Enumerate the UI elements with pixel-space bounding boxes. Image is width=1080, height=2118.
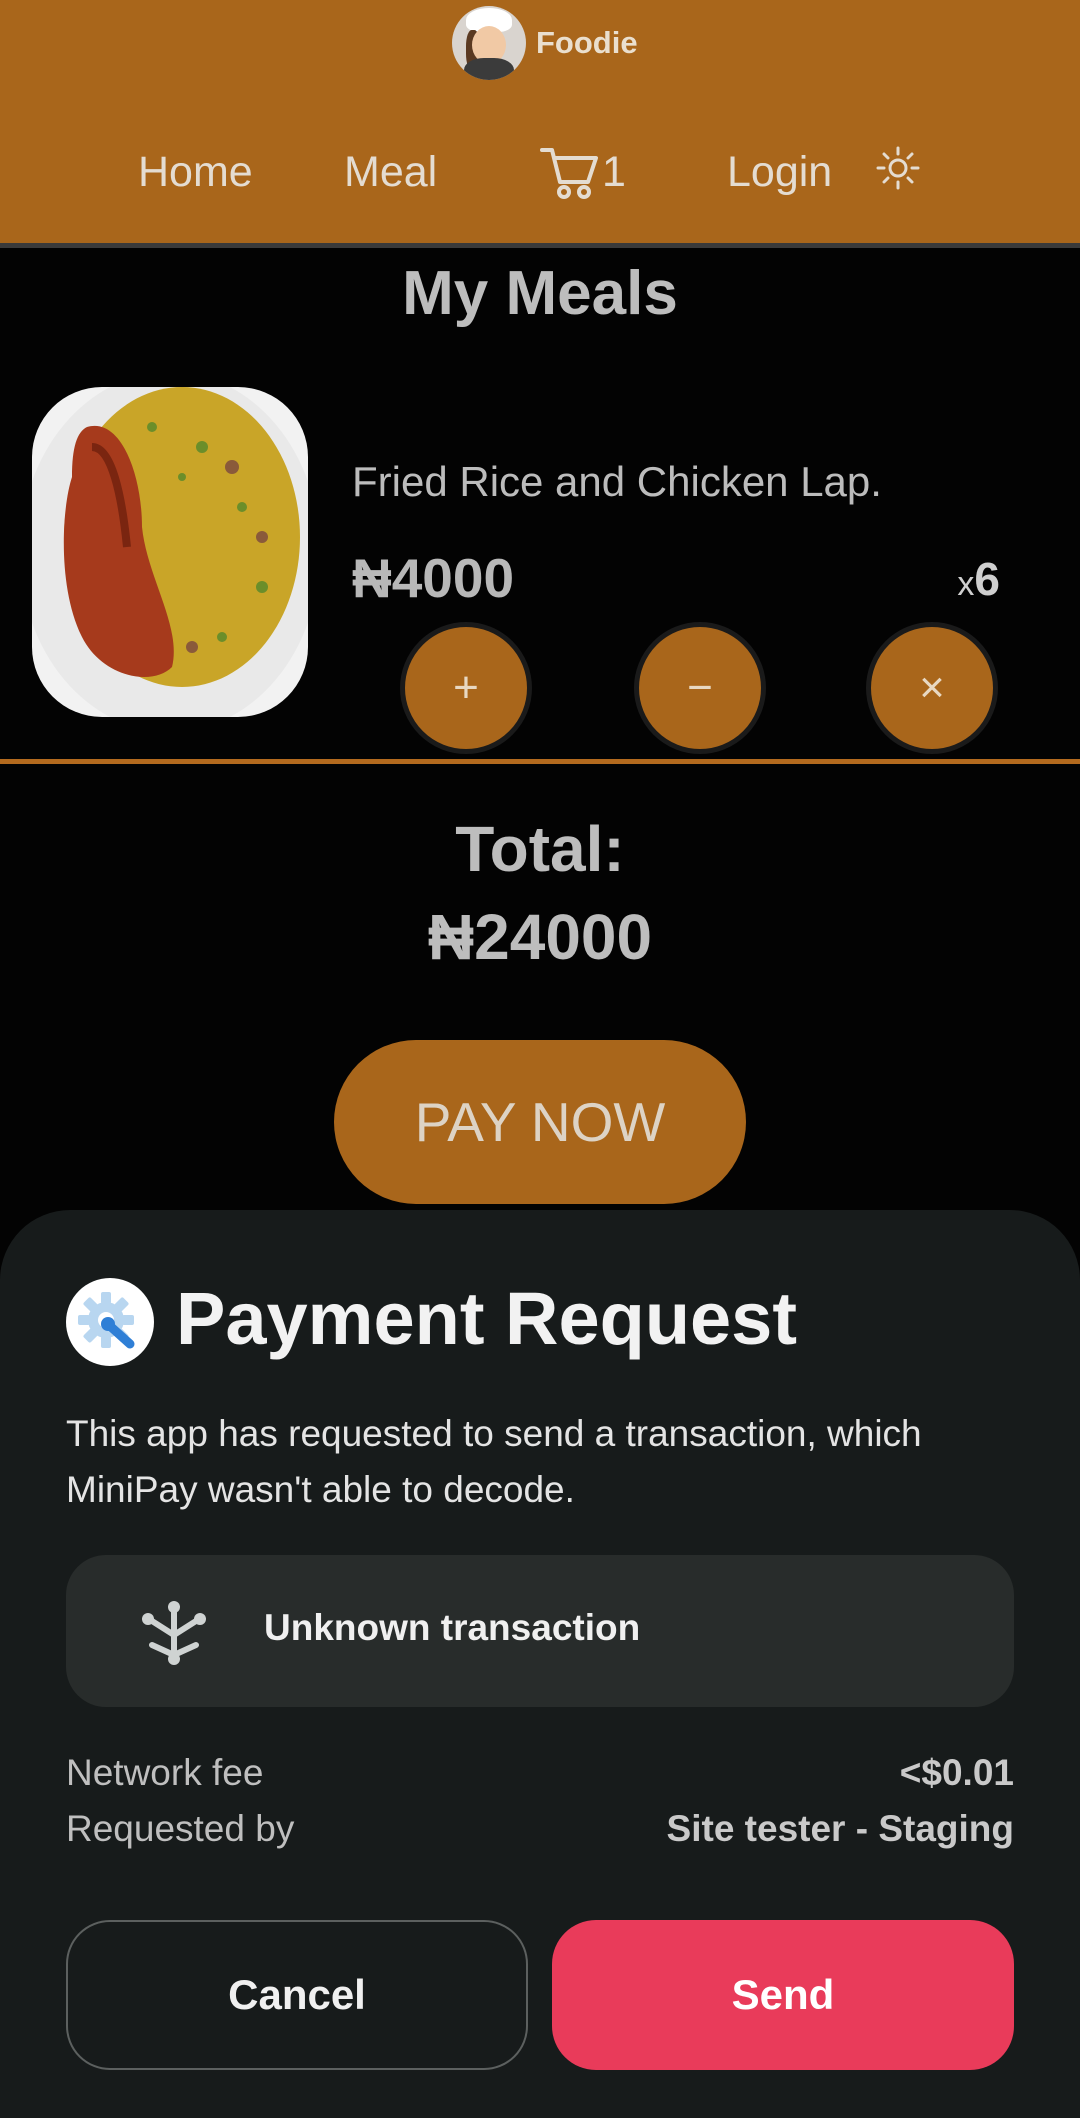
quantity-value: 6	[974, 553, 1000, 605]
requested-by-value: Site tester - Staging	[666, 1808, 1014, 1849]
network-fee-label: Network fee	[66, 1752, 264, 1793]
pay-now-button[interactable]: PAY NOW	[334, 1040, 746, 1204]
meal-name: Fried Rice and Chicken Lap.	[352, 458, 882, 505]
send-button[interactable]: Send	[552, 1920, 1014, 2070]
total-value: ₦24000	[427, 901, 653, 973]
nav-cart[interactable]: 1	[538, 142, 626, 202]
requested-by-label: Requested by	[66, 1808, 295, 1849]
nav-meal[interactable]: Meal	[344, 148, 437, 197]
nav-login[interactable]: Login	[727, 148, 832, 197]
remove-item-button[interactable]: ×	[866, 622, 998, 754]
transaction-label: Unknown transaction	[264, 1607, 641, 1648]
cancel-button[interactable]: Cancel	[66, 1920, 528, 2070]
chef-avatar	[452, 6, 526, 80]
meal-quantity: x6	[957, 552, 1000, 606]
increase-quantity-button[interactable]: +	[400, 622, 532, 754]
page-title: My Meals	[402, 259, 678, 328]
item-divider	[0, 759, 1080, 764]
header-divider	[0, 243, 1080, 248]
sun-icon[interactable]	[876, 146, 920, 190]
brand-logo[interactable]: Foodie	[452, 6, 638, 80]
transaction-branch-icon	[142, 1601, 206, 1665]
app-settings-icon	[66, 1278, 154, 1366]
cart-icon	[540, 148, 598, 199]
total-label: Total:	[455, 813, 625, 885]
network-fee-value: <$0.01	[899, 1752, 1014, 1793]
brand-name: Foodie	[536, 25, 638, 60]
sheet-title: Payment Request	[176, 1277, 797, 1360]
cart-count: 1	[602, 147, 626, 196]
main-nav: Home Meal 1 Login	[0, 142, 1080, 202]
decrease-quantity-button[interactable]: −	[634, 622, 766, 754]
app-header: Foodie Home Meal 1 Login	[0, 0, 1080, 243]
quantity-prefix: x	[957, 565, 975, 603]
sheet-description: This app has requested to send a transac…	[66, 1413, 922, 1510]
nav-home[interactable]: Home	[138, 148, 253, 197]
meal-image	[32, 387, 308, 717]
meal-price: ₦4000	[352, 547, 515, 609]
transaction-card: Unknown transaction	[66, 1555, 1014, 1707]
